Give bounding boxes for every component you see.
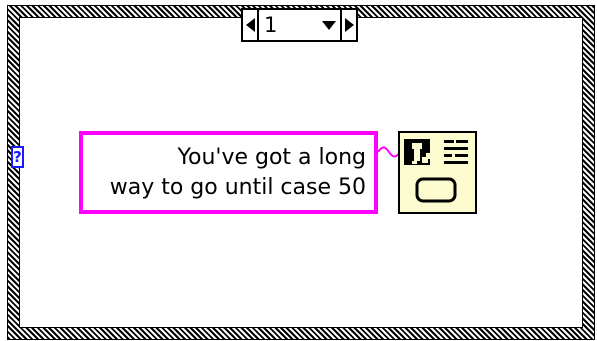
case-selector-value: 1 <box>264 13 278 37</box>
case-selector-terminal[interactable]: ? <box>11 146 24 168</box>
case-decrement-button[interactable] <box>243 10 259 40</box>
case-increment-button[interactable] <box>340 10 356 40</box>
one-button-dialog-vi[interactable] <box>398 131 477 214</box>
left-arrow-icon <box>245 18 255 32</box>
string-line-1: You've got a long <box>177 145 366 170</box>
one-button-dialog-icon <box>404 139 468 203</box>
right-arrow-icon <box>344 18 354 32</box>
string-constant-text: You've got a long way to go until case 5… <box>110 143 366 203</box>
string-line-2: way to go until case 50 <box>109 175 366 200</box>
case-selector[interactable]: 1 <box>241 8 358 42</box>
chevron-down-icon <box>322 20 336 30</box>
case-dropdown-button[interactable] <box>318 20 340 30</box>
string-constant[interactable]: You've got a long way to go until case 5… <box>79 131 378 214</box>
string-wire[interactable] <box>378 144 400 160</box>
